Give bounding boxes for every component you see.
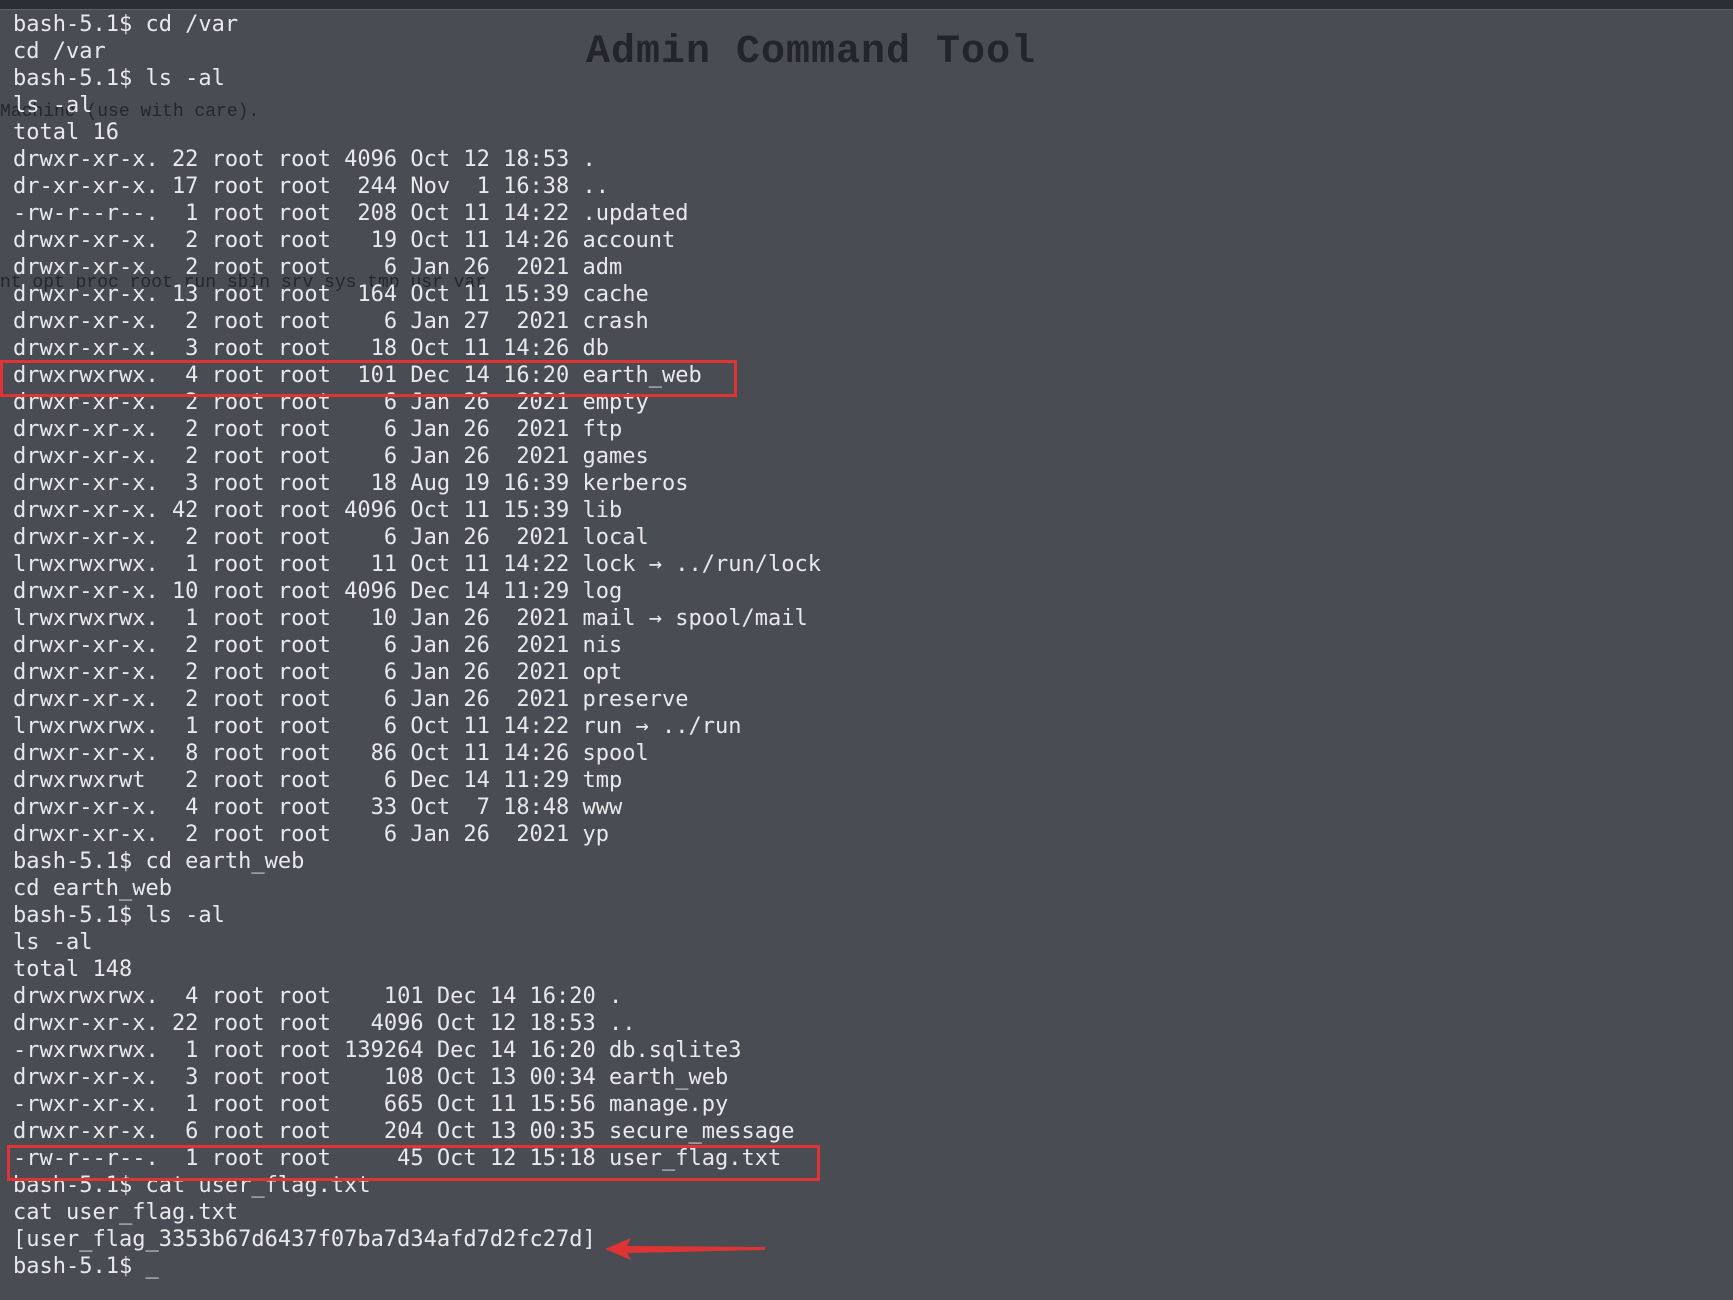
terminal-line: drwxr-xr-x. 6 root root 204 Oct 13 00:35… [13, 1119, 795, 1144]
highlight-box-earth-web-dir [0, 360, 737, 397]
terminal-line: drwxr-xr-x. 2 root root 19 Oct 11 14:26 … [13, 228, 676, 253]
terminal-line: bash-5.1$ ls -al [13, 66, 225, 91]
terminal-line: drwxr-xr-x. 2 root root 6 Jan 26 2021 lo… [13, 525, 649, 550]
terminal-line: drwxr-xr-x. 2 root root 6 Jan 27 2021 cr… [13, 309, 649, 334]
terminal-line: drwxr-xr-x. 22 root root 4096 Oct 12 18:… [13, 147, 596, 172]
terminal-line: lrwxrwxrwx. 1 root root 10 Jan 26 2021 m… [13, 606, 808, 631]
terminal-line: bash-5.1$ ls -al [13, 903, 225, 928]
text-cursor: _ [145, 1254, 159, 1279]
terminal-line: ls -al [13, 930, 93, 955]
terminal-line: cd /var [13, 39, 106, 64]
prompt-text: bash-5.1$ [13, 1254, 146, 1279]
terminal-line: cat user_flag.txt [13, 1200, 239, 1225]
terminal-line: bash-5.1$ cd /var [13, 12, 239, 37]
terminal-line: cd earth_web [13, 876, 172, 901]
terminal-line: -rwxr-xr-x. 1 root root 665 Oct 11 15:56… [13, 1092, 729, 1117]
red-arrow-icon [605, 1238, 765, 1260]
terminal-line: drwxr-xr-x. 3 root root 18 Aug 19 16:39 … [13, 471, 689, 496]
terminal-line: -rw-r--r--. 1 root root 208 Oct 11 14:22… [13, 201, 689, 226]
terminal-line: drwxrwxrwx. 4 root root 101 Dec 14 16:20… [13, 984, 623, 1009]
terminal-line: drwxr-xr-x. 2 root root 6 Jan 26 2021 ad… [13, 255, 623, 280]
terminal-line: -rwxrwxrwx. 1 root root 139264 Dec 14 16… [13, 1038, 742, 1063]
terminal-line: ls -al [13, 93, 93, 118]
terminal-line: drwxr-xr-x. 2 root root 6 Jan 26 2021 ni… [13, 633, 623, 658]
terminal-line: drwxr-xr-x. 8 root root 86 Oct 11 14:26 … [13, 741, 649, 766]
terminal-line: total 16 [13, 120, 119, 145]
terminal-line: drwxr-xr-x. 2 root root 6 Jan 26 2021 op… [13, 660, 623, 685]
terminal-line: dr-xr-xr-x. 17 root root 244 Nov 1 16:38… [13, 174, 610, 199]
terminal-line: drwxr-xr-x. 2 root root 6 Jan 26 2021 yp [13, 822, 610, 847]
terminal-line: drwxr-xr-x. 3 root root 18 Oct 11 14:26 … [13, 336, 610, 361]
window-top-bar [0, 0, 1733, 10]
terminal-line: lrwxrwxrwx. 1 root root 11 Oct 11 14:22 … [13, 552, 821, 577]
terminal-line: drwxr-xr-x. 2 root root 6 Jan 26 2021 ga… [13, 444, 649, 469]
terminal-line: drwxr-xr-x. 22 root root 4096 Oct 12 18:… [13, 1011, 636, 1036]
terminal-output[interactable]: bash-5.1$ cd /var cd /var bash-5.1$ ls -… [13, 11, 821, 1280]
terminal-line: drwxr-xr-x. 10 root root 4096 Dec 14 11:… [13, 579, 623, 604]
terminal-line: drwxrwxrwt 2 root root 6 Dec 14 11:29 tm… [13, 768, 623, 793]
terminal-line: drwxr-xr-x. 42 root root 4096 Oct 11 15:… [13, 498, 623, 523]
terminal-line: lrwxrwxrwx. 1 root root 6 Oct 11 14:22 r… [13, 714, 742, 739]
terminal-line: drwxr-xr-x. 2 root root 6 Jan 26 2021 ft… [13, 417, 623, 442]
highlight-box-user-flag-file [7, 1145, 820, 1181]
terminal-line: total 148 [13, 957, 133, 982]
terminal-line: bash-5.1$ cd earth_web [13, 849, 305, 874]
terminal-line: drwxr-xr-x. 4 root root 33 Oct 7 18:48 w… [13, 795, 623, 820]
terminal-line: drwxr-xr-x. 3 root root 108 Oct 13 00:34… [13, 1065, 729, 1090]
terminal-line: drwxr-xr-x. 13 root root 164 Oct 11 15:3… [13, 282, 649, 307]
terminal-line: drwxr-xr-x. 2 root root 6 Jan 26 2021 pr… [13, 687, 689, 712]
